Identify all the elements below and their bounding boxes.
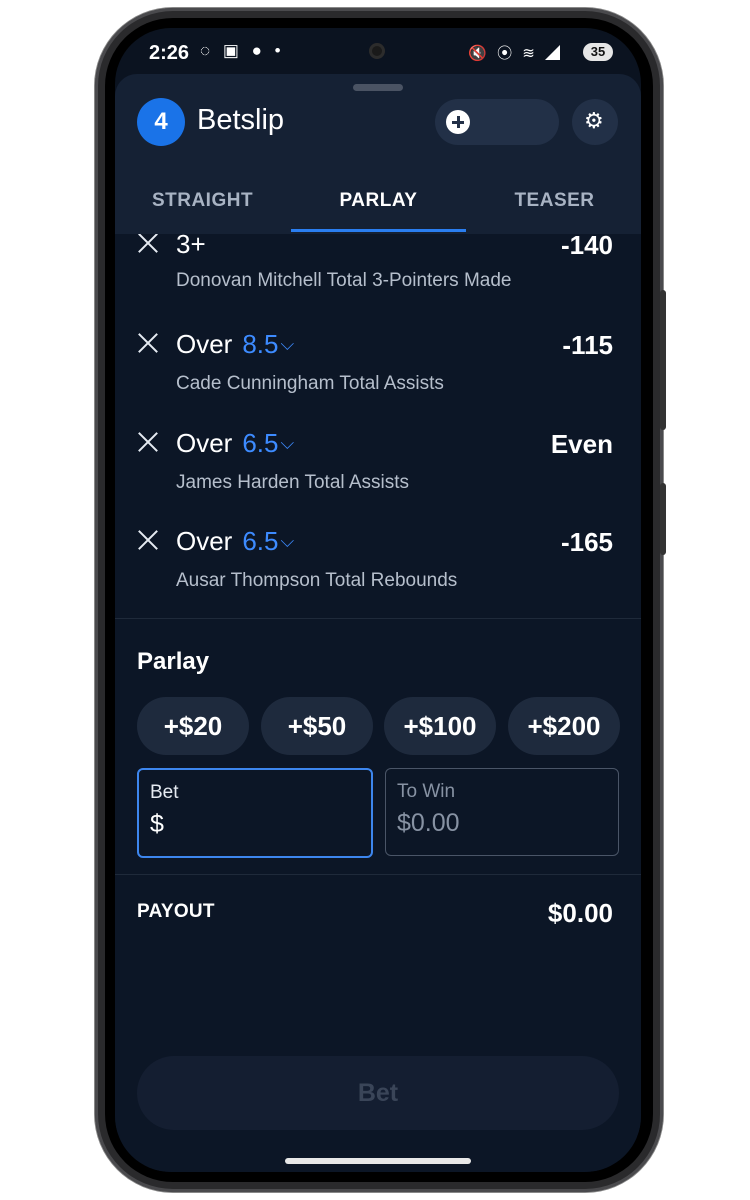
chevron-down-icon[interactable]: ⌵	[281, 433, 295, 453]
line-dropdown[interactable]: 6.5	[242, 428, 278, 458]
leg-selection: Over 6.5 ⌵	[176, 526, 294, 557]
quick-add-50-button[interactable]: +$50	[261, 697, 373, 755]
battery-icon: 35	[583, 43, 613, 61]
divider	[115, 618, 641, 619]
side-button	[660, 290, 666, 430]
parlay-legs-list: 3+ -140 Donovan Mitchell Total 3-Pointer…	[115, 234, 641, 618]
quick-add-200-button[interactable]: +$200	[508, 697, 620, 755]
status-time: 2:26	[149, 42, 190, 64]
close-icon[interactable]	[137, 234, 159, 254]
bet-field-value[interactable]: $	[150, 810, 164, 839]
leg-selection: 3+	[176, 234, 206, 260]
leg-selection: Over 8.5 ⌵	[176, 329, 294, 360]
divider	[115, 874, 641, 875]
leg-odds: -115	[562, 330, 613, 360]
status-bar: 2:26 ◌ ▣ ● • 🔇 ⦿ ≋ ◢ 35	[115, 28, 641, 74]
to-win-value: $0.00	[397, 809, 460, 837]
leg-odds: -140	[560, 234, 613, 260]
quick-add-100-button[interactable]: +$100	[384, 697, 496, 755]
tab-teaser[interactable]: TEASER	[467, 178, 641, 234]
chevron-down-icon[interactable]: ⌵	[281, 334, 295, 354]
to-win-field[interactable]: To Win $0.00	[385, 768, 619, 856]
bet-type-tabs: STRAIGHT PARLAY TEASER	[115, 178, 641, 234]
add-selection-button[interactable]	[435, 99, 559, 145]
bet-amount-field[interactable]: Bet $	[137, 768, 373, 858]
list-item: 3+ -140 Donovan Mitchell Total 3-Pointer…	[115, 234, 641, 330]
gear-icon: ⚙	[584, 108, 604, 133]
bet-field-label: Bet	[150, 782, 179, 803]
settings-button[interactable]: ⚙	[572, 99, 618, 145]
payout-value: $0.00	[547, 898, 613, 928]
line-dropdown[interactable]: 6.5	[242, 526, 278, 556]
leg-selection-label: 3+	[176, 234, 206, 259]
system-status-icons: 🔇 ⦿ ≋ ◢	[468, 45, 563, 62]
active-tab-indicator	[291, 229, 466, 232]
close-icon[interactable]	[137, 332, 159, 354]
betslip-sheet: 4 Betslip ⚙ STRAIGHT PARLAY TEASER 3+ -1…	[115, 74, 641, 1172]
leg-market: Cade Cunningham Total Assists	[176, 373, 444, 394]
screen: 2:26 ◌ ▣ ● • 🔇 ⦿ ≋ ◢ 35 4 Betslip ⚙ STRA…	[115, 28, 641, 1172]
parlay-section-title: Parlay	[137, 648, 210, 675]
leg-selection-label: Over	[176, 329, 233, 359]
leg-selection-label: Over	[176, 428, 233, 458]
plus-circle-icon	[446, 110, 470, 134]
betslip-header: 4 Betslip ⚙ STRAIGHT PARLAY TEASER	[115, 74, 641, 234]
close-icon[interactable]	[137, 431, 159, 453]
to-win-label: To Win	[397, 781, 456, 802]
side-button	[660, 483, 666, 555]
list-item: Over 8.5 ⌵ -115 Cade Cunningham Total Assi…	[115, 329, 641, 430]
front-camera	[369, 43, 385, 59]
home-indicator[interactable]	[285, 1158, 471, 1164]
page-title: Betslip	[197, 104, 285, 136]
leg-market: Ausar Thompson Total Rebounds	[176, 570, 458, 591]
quick-add-20-button[interactable]: +$20	[137, 697, 249, 755]
leg-selection: Over 6.5 ⌵	[176, 428, 294, 459]
leg-market: James Harden Total Assists	[176, 472, 410, 493]
line-dropdown[interactable]: 8.5	[242, 329, 278, 359]
tab-parlay[interactable]: PARLAY	[291, 178, 466, 234]
selection-count-badge: 4	[137, 98, 185, 146]
drag-handle[interactable]	[353, 84, 403, 91]
notification-icons: ◌ ▣ ● •	[200, 41, 285, 60]
payout-label: PAYOUT	[137, 901, 215, 922]
leg-selection-label: Over	[176, 526, 233, 556]
leg-odds: Even	[550, 429, 613, 459]
leg-market: Donovan Mitchell Total 3-Pointers Made	[176, 270, 512, 291]
place-bet-button[interactable]: Bet	[137, 1056, 619, 1130]
list-item: Over 6.5 ⌵ -165 Ausar Thompson Total Rebou…	[115, 526, 641, 618]
leg-odds: -165	[560, 527, 613, 557]
tab-straight[interactable]: STRAIGHT	[115, 178, 290, 234]
chevron-down-icon[interactable]: ⌵	[281, 531, 295, 551]
close-icon[interactable]	[137, 529, 159, 551]
list-item: Over 6.5 ⌵ Even James Harden Total Assists	[115, 428, 641, 529]
